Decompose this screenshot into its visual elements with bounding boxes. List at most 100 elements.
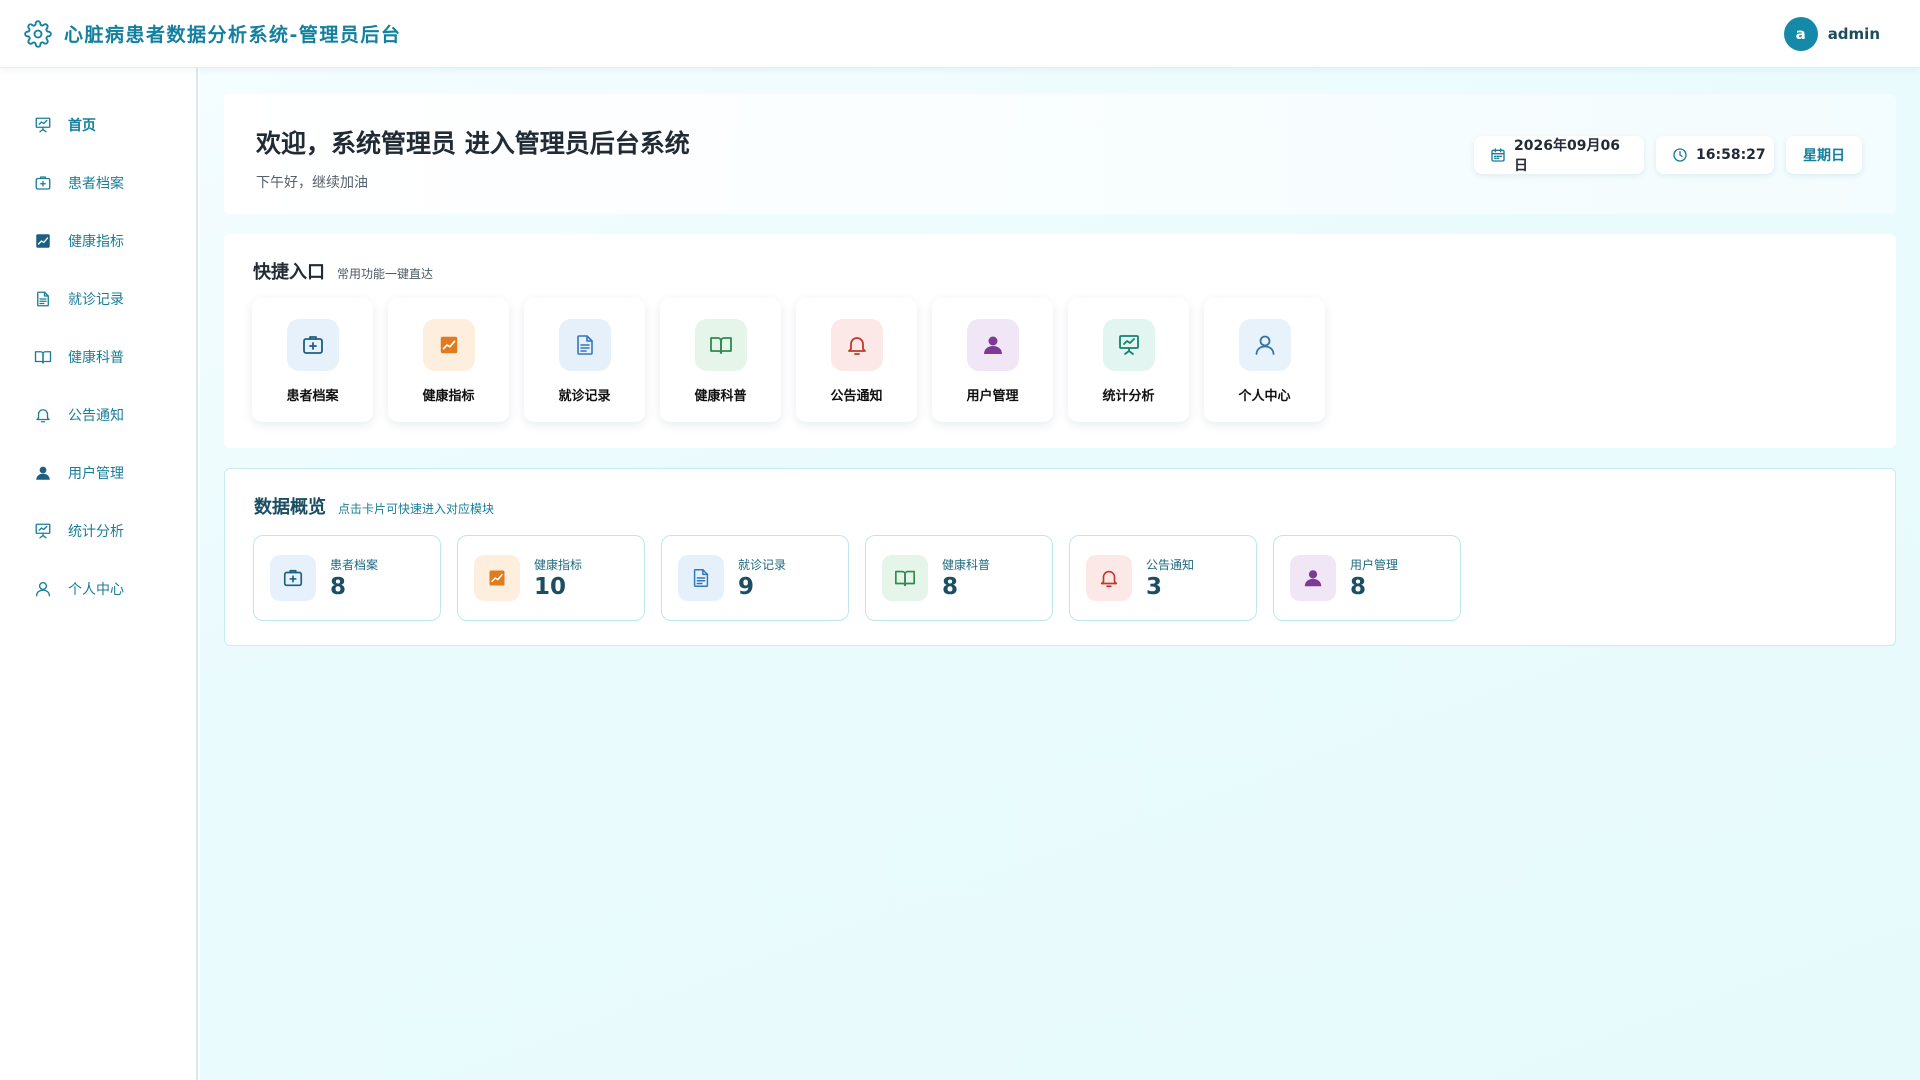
quick-card-patient-records[interactable]: 患者档案: [252, 298, 373, 422]
top-bar: 心脏病患者数据分析系统-管理员后台 a admin: [0, 0, 1920, 68]
sidebar-item-personal-center[interactable]: 个人中心: [0, 560, 196, 618]
quick-card-visit-records[interactable]: 就诊记录: [524, 298, 645, 422]
weekday-chip: 星期日: [1786, 136, 1862, 174]
sidebar-item-label: 健康指标: [68, 234, 124, 250]
sidebar-item-announcements[interactable]: 公告通知: [0, 386, 196, 444]
current-weekday: 星期日: [1803, 148, 1845, 164]
sidebar-item-label: 用户管理: [68, 466, 124, 482]
calendar-icon: [1490, 147, 1506, 163]
stat-card-label: 患者档案: [330, 558, 379, 572]
user-menu[interactable]: a admin: [1783, 17, 1880, 51]
medical-kit-icon: [270, 555, 316, 601]
current-time: 16:58:27: [1696, 147, 1766, 163]
user-outline-icon: [1238, 319, 1291, 371]
chart-icon: [422, 319, 475, 371]
data-overview-header: 数据概览 点击卡片可快速进入对应模块: [254, 493, 494, 519]
user-icon: [1290, 555, 1336, 601]
medical-kit-icon: [286, 319, 339, 371]
gear-icon: [24, 19, 52, 48]
stat-card-health-education[interactable]: 健康科普 8: [865, 535, 1053, 621]
bell-icon: [830, 319, 883, 371]
quick-entry-grid: 患者档案 健康指标 就诊记录 健康科普 公告通知 用户管理 统计分析 个人中心: [252, 298, 1340, 422]
quick-card-announcements[interactable]: 公告通知: [796, 298, 917, 422]
user-icon: [34, 464, 52, 482]
bell-icon: [1086, 555, 1132, 601]
avatar[interactable]: a: [1783, 17, 1818, 51]
sidebar-item-health-metrics[interactable]: 健康指标: [0, 212, 196, 270]
user-icon: [966, 319, 1019, 371]
sidebar-item-statistics[interactable]: 统计分析: [0, 502, 196, 560]
quick-entry-title: 快捷入口: [253, 262, 325, 283]
sidebar-item-patient-records[interactable]: 患者档案: [0, 154, 196, 212]
user-outline-icon: [34, 580, 52, 598]
stat-card-label: 健康指标: [534, 558, 583, 572]
quick-card-label: 统计分析: [1102, 389, 1155, 404]
sidebar-item-label: 就诊记录: [68, 292, 124, 308]
quick-card-statistics[interactable]: 统计分析: [1068, 298, 1189, 422]
sidebar-item-label: 健康科普: [68, 350, 124, 366]
sidebar-item-health-education[interactable]: 健康科普: [0, 328, 196, 386]
clock-icon: [1672, 147, 1688, 163]
stat-card-label: 就诊记录: [738, 558, 787, 572]
stat-card-label: 健康科普: [942, 558, 991, 572]
document-icon: [34, 290, 52, 308]
stat-card-health-metrics[interactable]: 健康指标 10: [457, 535, 645, 621]
stat-card-value: 9: [738, 574, 755, 600]
stat-card-user-management[interactable]: 用户管理 8: [1273, 535, 1461, 621]
app-title: 心脏病患者数据分析系统-管理员后台: [64, 24, 402, 46]
quick-entry-header: 快捷入口 常用功能一键直达: [253, 258, 433, 284]
quick-card-label: 健康科普: [694, 389, 747, 404]
stat-card-value: 3: [1146, 574, 1163, 600]
quick-entry-subtitle: 常用功能一键直达: [337, 267, 434, 281]
data-overview-title: 数据概览: [254, 497, 326, 518]
welcome-title: 欢迎，系统管理员 进入管理员后台系统: [256, 129, 690, 158]
quick-card-label: 公告通知: [830, 389, 883, 404]
current-date: 2026年09月06日: [1514, 138, 1620, 174]
data-overview-panel: 数据概览 点击卡片可快速进入对应模块 患者档案 8 健康指标 10 就诊记录 9…: [224, 468, 1896, 646]
sidebar-item-home[interactable]: 首页: [0, 96, 196, 154]
chart-icon: [34, 232, 52, 250]
stat-card-announcements[interactable]: 公告通知 3: [1069, 535, 1257, 621]
time-chip: 16:58:27: [1656, 136, 1774, 174]
book-icon: [882, 555, 928, 601]
quick-card-health-education[interactable]: 健康科普: [660, 298, 781, 422]
stat-card-label: 公告通知: [1146, 558, 1195, 572]
quick-card-label: 用户管理: [966, 389, 1019, 404]
presentation-icon: [1102, 319, 1155, 371]
medical-kit-icon: [34, 174, 52, 192]
sidebar-item-label: 首页: [68, 118, 96, 134]
sidebar-item-visit-records[interactable]: 就诊记录: [0, 270, 196, 328]
username[interactable]: admin: [1828, 25, 1880, 43]
quick-card-label: 患者档案: [286, 389, 339, 404]
book-icon: [34, 348, 52, 366]
sidebar-item-label: 个人中心: [68, 582, 124, 598]
quick-card-health-metrics[interactable]: 健康指标: [388, 298, 509, 422]
stat-card-value: 8: [1350, 574, 1367, 600]
welcome-subtitle: 下午好，继续加油: [256, 175, 368, 191]
quick-card-label: 健康指标: [422, 389, 475, 404]
book-icon: [694, 319, 747, 371]
quick-entry-panel: 快捷入口 常用功能一键直达 患者档案 健康指标 就诊记录 健康科普 公告通知 用…: [224, 234, 1896, 448]
sidebar-item-label: 患者档案: [68, 176, 124, 192]
quick-card-user-management[interactable]: 用户管理: [932, 298, 1053, 422]
data-overview-subtitle: 点击卡片可快速进入对应模块: [338, 502, 495, 516]
sidebar-item-user-management[interactable]: 用户管理: [0, 444, 196, 502]
stat-card-grid: 患者档案 8 健康指标 10 就诊记录 9 健康科普 8 公告通知 3 用户管理…: [253, 535, 1477, 621]
main-content: 欢迎，系统管理员 进入管理员后台系统 下午好，继续加油 2026年09月06日 …: [200, 68, 1920, 1080]
stat-card-value: 8: [330, 574, 347, 600]
quick-card-label: 个人中心: [1238, 389, 1291, 404]
sidebar: 首页 患者档案 健康指标 就诊记录 健康科普 公告通知 用户管理 统计分析 个人…: [0, 68, 198, 1080]
stat-card-value: 8: [942, 574, 959, 600]
bell-icon: [34, 406, 52, 424]
quick-card-personal-center[interactable]: 个人中心: [1204, 298, 1325, 422]
date-chip: 2026年09月06日: [1474, 136, 1644, 174]
sidebar-item-label: 公告通知: [68, 408, 124, 424]
sidebar-item-label: 统计分析: [68, 524, 124, 540]
presentation-icon: [34, 116, 52, 134]
stat-card-patient-records[interactable]: 患者档案 8: [253, 535, 441, 621]
document-icon: [558, 319, 611, 371]
stat-card-visit-records[interactable]: 就诊记录 9: [661, 535, 849, 621]
stat-card-label: 用户管理: [1350, 558, 1399, 572]
chart-icon: [474, 555, 520, 601]
quick-card-label: 就诊记录: [558, 389, 611, 404]
